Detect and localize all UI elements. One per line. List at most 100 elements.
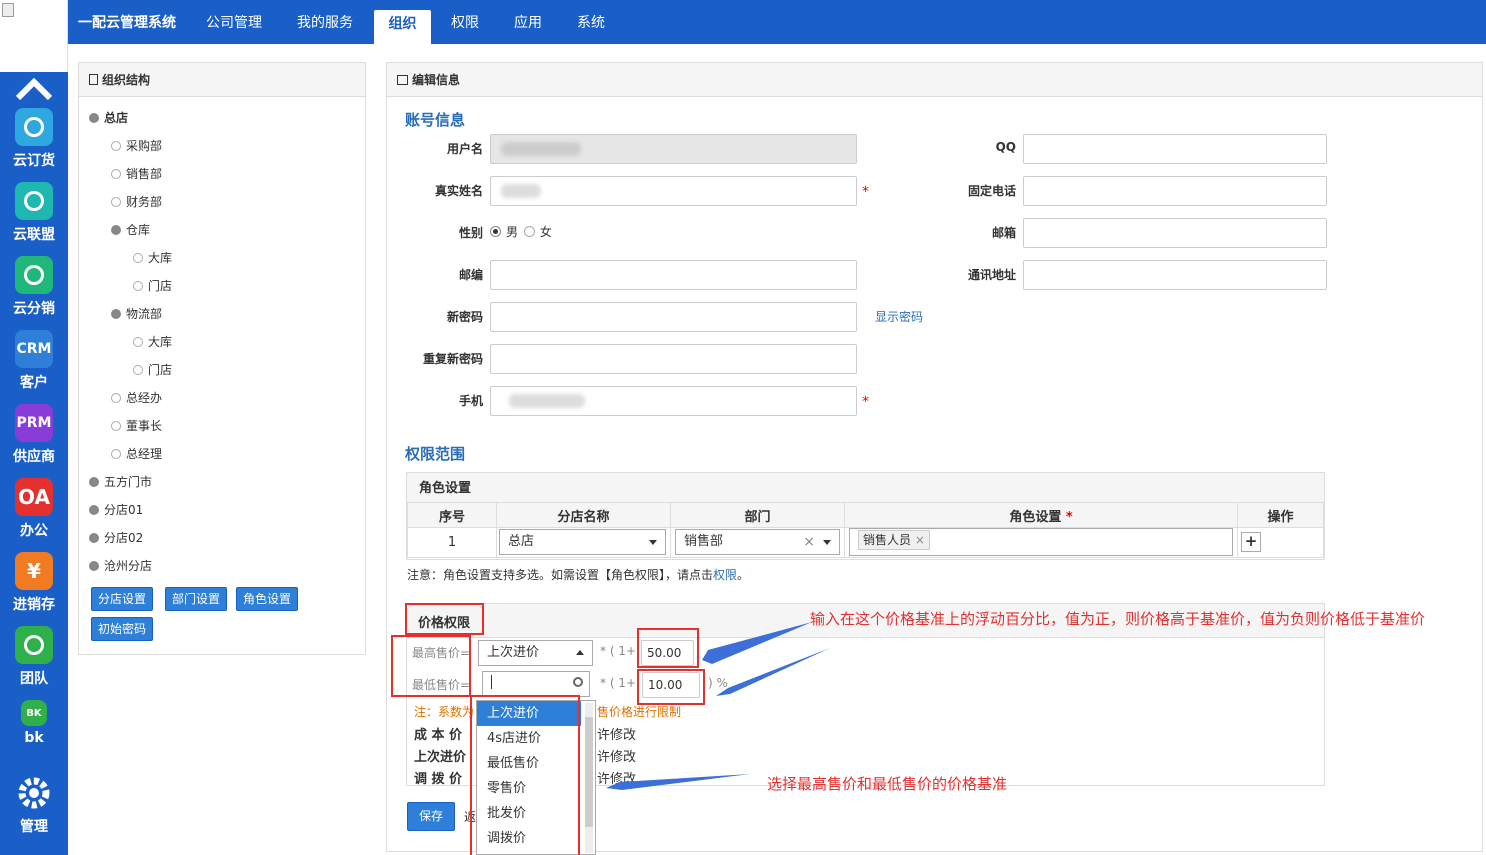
highlight-box — [405, 603, 484, 635]
chevron-up-icon[interactable] — [14, 76, 54, 100]
qq-label: QQ — [995, 140, 1016, 154]
tree-node[interactable]: 大库 — [133, 249, 172, 266]
address-label: 通讯地址 — [967, 268, 1016, 282]
tab-organization[interactable]: 组织 — [374, 10, 431, 44]
radio-male[interactable] — [490, 226, 501, 237]
percent-suffix: ) % — [708, 676, 728, 690]
tree-node-label: 仓库 — [126, 223, 151, 237]
mobile-input[interactable] — [490, 386, 857, 416]
zip-input[interactable] — [490, 260, 857, 290]
sidebar-app-6[interactable]: ¥ 进销存 — [0, 552, 68, 614]
annotation-bottom: 选择最高售价和最低售价的价格基准 — [767, 775, 1008, 793]
max-base-select[interactable]: 上次进价 — [478, 640, 593, 666]
tab-apps[interactable]: 应用 — [514, 0, 542, 44]
sidebar-app-label: bk — [24, 730, 44, 746]
tag-remove-icon[interactable]: × — [915, 533, 925, 547]
init-password-button[interactable]: 初始密码 — [91, 617, 154, 641]
role-tag: 销售人员 × — [858, 530, 930, 550]
account-section-title: 账号信息 — [405, 111, 466, 129]
tree-node[interactable]: 采购部 — [111, 137, 162, 154]
realname-input[interactable] — [490, 176, 857, 206]
radio-female[interactable] — [523, 226, 535, 237]
address-input[interactable] — [1023, 260, 1327, 290]
sidebar-app-0[interactable]: 云订货 — [0, 108, 68, 170]
tab-permissions[interactable]: 权限 — [451, 0, 479, 44]
tree-node[interactable]: 分店02 — [89, 529, 143, 546]
top-nav: 一配云管理系统 公司管理 我的服务 组织 权限 应用 系统 — [68, 0, 1486, 44]
leaf-node-icon — [111, 393, 121, 403]
clear-icon[interactable]: × — [803, 530, 815, 554]
role-settings-button[interactable]: 角色设置 — [236, 587, 299, 611]
col-dept: 部门 — [670, 502, 845, 528]
new-password-input[interactable] — [490, 302, 857, 332]
sidebar-app-7[interactable]: 团队 — [0, 626, 68, 688]
add-row-button[interactable]: + — [1241, 532, 1261, 552]
sidebar-app-1[interactable]: 云联盟 — [0, 182, 68, 244]
tree-node-label: 销售部 — [126, 167, 163, 181]
edit-panel-title: 编辑信息 — [412, 73, 461, 87]
zip-label: 邮编 — [458, 268, 483, 282]
tree-node[interactable]: 门店 — [133, 361, 172, 378]
col-store: 分店名称 — [496, 502, 671, 528]
permissions-link[interactable]: 权限 — [713, 568, 737, 582]
tree-node-label: 大库 — [148, 251, 173, 265]
edit-icon — [397, 75, 408, 85]
tree-node[interactable]: 门店 — [133, 277, 172, 294]
sidebar-app-label: 管理 — [20, 819, 48, 835]
sidebar-app-3[interactable]: CRM 客户 — [0, 330, 68, 392]
tree-node-label: 总经办 — [126, 391, 163, 405]
sidebar-app-5[interactable]: OA 办公 — [0, 478, 68, 540]
tree-node-label: 沧州分店 — [104, 559, 153, 573]
repeat-password-input[interactable] — [490, 344, 857, 374]
min-base-search[interactable] — [482, 671, 590, 697]
dropdown-scrollbar[interactable] — [585, 703, 593, 853]
tree-node[interactable]: 沧州分店 — [89, 557, 152, 574]
tree-node[interactable]: 总经理 — [111, 445, 162, 462]
tree-node[interactable]: 物流部 — [111, 305, 162, 322]
store-select[interactable]: 总店 — [499, 529, 666, 555]
gender-radio-group: 男 女 — [490, 223, 552, 240]
tree-node[interactable]: 总店 — [89, 109, 128, 126]
role-tag-input[interactable]: 销售人员 × — [849, 528, 1233, 556]
tree-node-label: 董事长 — [126, 419, 163, 433]
tree-node[interactable]: 仓库 — [111, 221, 150, 238]
phone-input[interactable] — [1023, 176, 1327, 206]
tree-node[interactable]: 总经办 — [111, 389, 162, 406]
tree-node-label: 门店 — [148, 363, 173, 377]
sidebar-app-label: 团队 — [20, 671, 48, 687]
oa-icon: OA — [15, 478, 53, 516]
email-input[interactable] — [1023, 218, 1327, 248]
price-row-value: 许修改 — [597, 728, 637, 743]
tree-node[interactable]: 财务部 — [111, 193, 162, 210]
new-password-label: 新密码 — [446, 310, 483, 324]
sidebar-app-2[interactable]: 云分销 — [0, 256, 68, 318]
sidebar-app-9[interactable]: 管理 — [0, 774, 68, 836]
phone-label: 固定电话 — [967, 184, 1016, 198]
formula-min: * ( 1+ — [600, 676, 636, 690]
prm-icon: PRM — [15, 404, 53, 442]
tree-node[interactable]: 五方门市 — [89, 473, 152, 490]
sidebar-app-8[interactable]: BK bk — [0, 700, 68, 746]
tree-node[interactable]: 销售部 — [111, 165, 162, 182]
store-settings-button[interactable]: 分店设置 — [91, 587, 154, 611]
gear-icon — [15, 774, 53, 812]
expand-toggle-icon — [89, 505, 99, 515]
save-button[interactable]: 保存 — [407, 802, 456, 831]
mobile-label: 手机 — [458, 394, 483, 408]
repeat-password-label: 重复新密码 — [422, 352, 483, 366]
qq-input[interactable] — [1023, 134, 1327, 164]
leaf-node-icon — [133, 253, 143, 263]
price-note-tail: 售价格进行限制 — [597, 705, 682, 719]
tab-services[interactable]: 我的服务 — [297, 0, 353, 44]
tree-node[interactable]: 分店01 — [89, 501, 143, 518]
tree-node[interactable]: 大库 — [133, 333, 172, 350]
dept-settings-button[interactable]: 部门设置 — [165, 587, 228, 611]
tab-company[interactable]: 公司管理 — [206, 0, 262, 44]
show-password-link[interactable]: 显示密码 — [875, 308, 923, 325]
dept-select[interactable]: 销售部 × — [675, 529, 840, 555]
tab-system[interactable]: 系统 — [577, 0, 605, 44]
annotation-top: 输入在这个价格基准上的浮动百分比，值为正，则价格高于基准价，值为负则价格低于基准… — [810, 610, 1426, 628]
tree-node[interactable]: 董事长 — [111, 417, 162, 434]
sidebar-app-4[interactable]: PRM 供应商 — [0, 404, 68, 466]
logo — [0, 0, 68, 72]
